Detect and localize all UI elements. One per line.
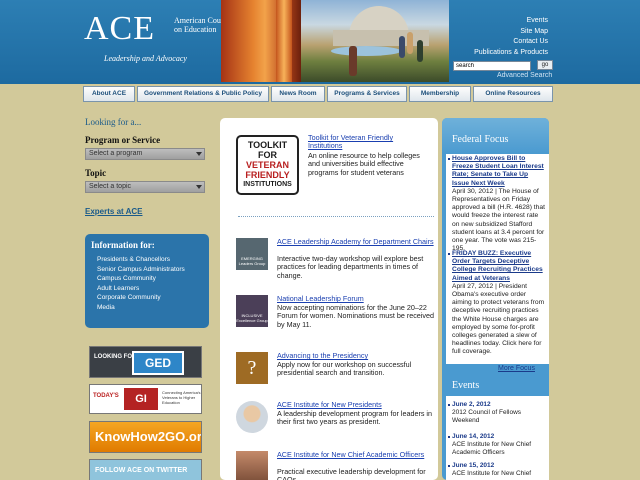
feature-desc: An online resource to help colleges and …: [308, 151, 420, 177]
info-link-presidents[interactable]: Presidents & Chancellors: [91, 255, 203, 265]
info-link-senior-admins[interactable]: Senior Campus Administrators: [91, 265, 203, 275]
info-link-corporate[interactable]: Corporate Community: [91, 293, 203, 303]
event-item: June 2, 2012 2012 Council of Fellows Wee…: [448, 401, 546, 425]
event-date: June 2, 2012: [452, 401, 491, 408]
advanced-search-link[interactable]: Advanced Search: [497, 72, 552, 79]
site-header: ACE American Council on Education Leader…: [0, 0, 640, 84]
left-sidebar: Looking for a... Program or Service Sele…: [85, 117, 211, 216]
tab-about-ace[interactable]: About ACE: [83, 86, 135, 102]
information-for-title: Information for:: [91, 240, 155, 250]
toolkit-logo-line1: TOOLKIT FOR: [247, 140, 288, 160]
news-title[interactable]: FRIDAY BUZZ: Executive Order Targets Dec…: [452, 250, 543, 282]
main-nav: About ACE Government Relations & Public …: [83, 86, 555, 102]
twitter-banner-text: FOLLOW ACE ON TWITTER: [95, 467, 188, 474]
information-for-box: Information for: Presidents & Chancellor…: [85, 234, 209, 328]
divider: [238, 216, 434, 217]
info-link-adult-learners[interactable]: Adult Learners: [91, 284, 203, 294]
more-focus-link[interactable]: More Focus: [498, 365, 535, 372]
search-go-button[interactable]: go: [537, 60, 553, 70]
news-item: FRIDAY BUZZ: Executive Order Targets Dec…: [448, 250, 546, 357]
event-item: June 14, 2012 ACE Institute for New Chie…: [448, 433, 546, 457]
feature-desc: Apply now for our workshop on successful…: [277, 360, 412, 378]
bullet-icon: [448, 465, 450, 467]
gi-bill-logo: GI BILL: [124, 388, 158, 410]
featured-content: TOOLKIT FOR VETERAN FRIENDLY INSTITUTION…: [220, 118, 438, 480]
publications-link[interactable]: Publications & Products: [474, 48, 548, 59]
cao-photo[interactable]: [236, 451, 268, 480]
toolkit-logo-line3: INSTITUTIONS: [243, 181, 292, 188]
events-heading: Events: [442, 374, 549, 396]
inclusive-excellence-thumb[interactable]: INCLUSIVE Excellence Group: [236, 295, 268, 327]
topic-select-value: Select a topic: [89, 183, 132, 190]
toolkit-logo-line2: VETERAN FRIENDLY: [245, 160, 290, 180]
contact-us-link[interactable]: Contact Us: [474, 37, 548, 48]
feature-title[interactable]: ACE Institute for New Chief Academic Off…: [277, 450, 437, 459]
event-name[interactable]: ACE Institute for New Chief: [452, 470, 531, 477]
tab-programs-services[interactable]: Programs & Services: [327, 86, 407, 102]
toolkit-logo[interactable]: TOOLKIT FOR VETERAN FRIENDLY INSTITUTION…: [236, 135, 299, 195]
bullet-icon: [448, 404, 450, 406]
event-date: June 15, 2012: [452, 462, 495, 469]
news-title[interactable]: House Approves Bill to Freeze Student Lo…: [452, 155, 544, 187]
ged-banner[interactable]: LOOKING FOR GED: [89, 346, 202, 378]
ged-banner-logo: GED: [132, 351, 184, 375]
president-photo[interactable]: [236, 401, 268, 433]
info-link-media[interactable]: Media: [91, 303, 203, 313]
site-map-link[interactable]: Site Map: [474, 27, 548, 38]
knowhow2go-text: KnowHow2GO.org: [95, 429, 202, 444]
event-item: June 15, 2012 ACE Institute for New Chie…: [448, 462, 546, 478]
experts-link[interactable]: Experts at ACE: [85, 207, 211, 216]
federal-focus-list: House Approves Bill to Freeze Student Lo…: [446, 154, 549, 364]
right-sidebar: Federal Focus House Approves Bill to Fre…: [442, 118, 549, 480]
news-body: April 30, 2012 | The House of Representa…: [452, 187, 545, 253]
feature-desc: Now accepting nominations for the June 2…: [277, 303, 434, 329]
search-form: go: [453, 60, 553, 71]
utility-links: Events Site Map Contact Us Publications …: [474, 16, 548, 58]
bullet-icon: [448, 253, 450, 255]
feature-desc: Interactive two-day workshop will explor…: [277, 254, 424, 280]
program-select[interactable]: Select a program: [85, 148, 205, 160]
search-input[interactable]: [453, 61, 531, 71]
feature-title[interactable]: Toolkit for Veteran Friendly Institution…: [308, 133, 428, 151]
topic-label: Topic: [85, 168, 107, 178]
emerging-leaders-thumb[interactable]: EMERGING Leaders Group: [236, 238, 268, 270]
tab-online-resources[interactable]: Online Resources: [473, 86, 553, 102]
info-link-campus-community[interactable]: Campus Community: [91, 274, 203, 284]
header-photo: [221, 0, 449, 82]
gi-bill-note: Connecting America's Veterans to Higher …: [162, 390, 201, 405]
gi-bill-banner[interactable]: TODAY'S GI BILL Connecting America's Vet…: [89, 384, 202, 414]
bullet-icon: [448, 158, 450, 160]
twitter-banner[interactable]: FOLLOW ACE ON TWITTER: [89, 459, 202, 480]
topic-select[interactable]: Select a topic: [85, 181, 205, 193]
program-select-value: Select a program: [89, 150, 143, 157]
event-name[interactable]: ACE Institute for New Chief Academic Off…: [452, 441, 531, 456]
program-label: Program or Service: [85, 135, 161, 145]
question-mark-thumb[interactable]: ?: [236, 352, 268, 384]
chevron-down-icon: [196, 152, 202, 156]
tab-news-room[interactable]: News Room: [271, 86, 325, 102]
knowhow2go-banner[interactable]: KnowHow2GO.org: [89, 421, 202, 453]
logo-ace-text: ACE: [84, 10, 155, 47]
tab-government-relations[interactable]: Government Relations & Public Policy: [137, 86, 269, 102]
chevron-down-icon: [196, 185, 202, 189]
event-date: June 14, 2012: [452, 433, 495, 440]
bullet-icon: [448, 436, 450, 438]
feature-desc: A leadership development program for lea…: [277, 409, 433, 427]
ace-logo[interactable]: ACE American Council on Education: [84, 10, 233, 52]
events-list: June 2, 2012 2012 Council of Fellows Wee…: [446, 396, 549, 480]
federal-focus-heading: Federal Focus: [442, 118, 549, 154]
feature-title[interactable]: ACE Leadership Academy for Department Ch…: [277, 237, 437, 246]
news-item: House Approves Bill to Freeze Student Lo…: [448, 155, 546, 253]
logo-tagline: Leadership and Advocacy: [104, 54, 187, 63]
feature-desc: Practical executive leadership developme…: [277, 467, 426, 480]
looking-for-heading: Looking for a...: [85, 117, 142, 127]
tab-membership[interactable]: Membership: [409, 86, 471, 102]
event-name[interactable]: 2012 Council of Fellows Weekend: [452, 409, 521, 424]
news-body: April 27, 2012 | President Obama's execu…: [452, 282, 545, 356]
events-link[interactable]: Events: [474, 16, 548, 27]
ged-banner-lead: LOOKING FOR: [94, 354, 137, 360]
gi-bill-lead: TODAY'S: [93, 393, 119, 399]
